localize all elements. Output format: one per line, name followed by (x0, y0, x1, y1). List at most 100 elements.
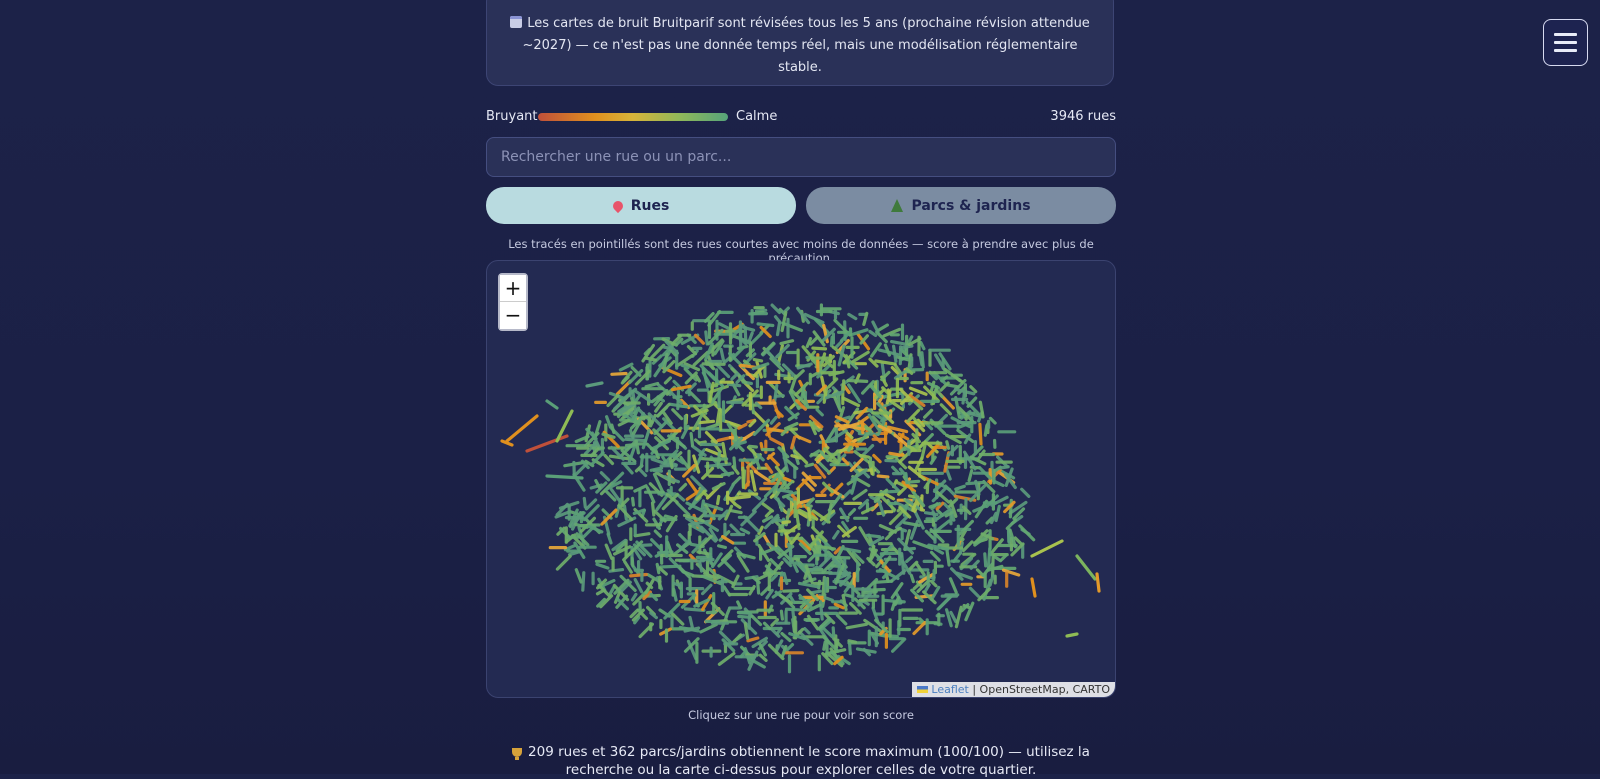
street-segment[interactable] (732, 374, 737, 379)
street-segment[interactable] (850, 510, 855, 515)
street-segment[interactable] (784, 591, 798, 592)
street-segment[interactable] (990, 576, 993, 586)
street-segment[interactable] (584, 499, 585, 508)
street-segment[interactable] (557, 556, 570, 569)
street-segment[interactable] (820, 547, 835, 549)
street-segment[interactable] (837, 615, 845, 624)
street-segment[interactable] (892, 602, 894, 609)
street-segment[interactable] (701, 625, 717, 632)
street-segment[interactable] (670, 459, 672, 468)
street-segment[interactable] (767, 590, 772, 598)
street-segment[interactable] (831, 337, 832, 345)
street-segment[interactable] (690, 392, 700, 402)
street-segment[interactable] (583, 573, 584, 591)
street-segment[interactable] (909, 481, 919, 482)
street-segment[interactable] (850, 644, 851, 654)
street-segment[interactable] (771, 439, 782, 445)
street-segment[interactable] (936, 521, 949, 531)
street-segment[interactable] (929, 383, 939, 388)
street-segment[interactable] (1000, 467, 1008, 468)
street-segment[interactable] (932, 587, 939, 599)
street-segment[interactable] (775, 385, 777, 402)
street-segment[interactable] (920, 354, 922, 364)
street-segment[interactable] (911, 576, 913, 582)
street-segment[interactable] (842, 548, 860, 551)
street-segment[interactable] (776, 396, 783, 397)
street-segment[interactable] (706, 332, 707, 344)
street-segment[interactable] (750, 446, 757, 447)
street-segment[interactable] (700, 563, 702, 572)
street-segment[interactable] (647, 488, 653, 502)
street-segment[interactable] (653, 503, 654, 515)
street-segment[interactable] (678, 495, 684, 500)
street-segment[interactable] (751, 471, 755, 490)
search-input[interactable] (486, 137, 1116, 177)
street-segment[interactable] (576, 570, 581, 582)
street-segment[interactable] (849, 641, 856, 642)
street-segment[interactable] (784, 478, 790, 480)
street-segment[interactable] (625, 562, 632, 573)
street-segment[interactable] (951, 579, 957, 593)
street-segment[interactable] (783, 323, 801, 330)
street-segment[interactable] (971, 387, 976, 392)
street-segment[interactable] (625, 465, 633, 473)
street-segment[interactable] (875, 581, 892, 582)
street-segment[interactable] (824, 389, 826, 403)
street-segment[interactable] (1032, 579, 1035, 596)
street-segment[interactable] (813, 348, 826, 349)
street-segment[interactable] (608, 534, 611, 543)
street-segment[interactable] (955, 377, 962, 382)
street-segment[interactable] (598, 590, 604, 593)
street-segment[interactable] (745, 327, 746, 343)
street-segment[interactable] (837, 341, 842, 346)
street-segment[interactable] (721, 349, 723, 360)
street-segment[interactable] (637, 441, 639, 453)
street-segment[interactable] (502, 441, 512, 445)
street-segment[interactable] (778, 490, 792, 492)
street-segment[interactable] (718, 438, 730, 441)
street-segment[interactable] (702, 501, 703, 508)
street-segment[interactable] (731, 511, 741, 513)
street-segment[interactable] (843, 459, 848, 464)
street-segment[interactable] (839, 395, 840, 406)
street-segment[interactable] (772, 305, 779, 312)
street-segment[interactable] (931, 581, 936, 586)
street-segment[interactable] (886, 461, 896, 462)
street-segment[interactable] (744, 517, 758, 531)
street-segment[interactable] (941, 405, 950, 414)
street-segment[interactable] (985, 554, 986, 566)
tab-rues[interactable]: Rues (486, 187, 796, 224)
zoom-in-button[interactable]: + (500, 275, 526, 302)
street-segment[interactable] (745, 624, 747, 639)
street-segment[interactable] (870, 332, 876, 336)
street-segment[interactable] (718, 496, 719, 503)
street-segment[interactable] (854, 490, 866, 499)
street-segment[interactable] (748, 638, 758, 641)
street-segment[interactable] (1022, 489, 1029, 496)
street-segment[interactable] (755, 472, 770, 482)
street-segment[interactable] (861, 456, 869, 458)
street-segment[interactable] (843, 398, 858, 406)
street-segment[interactable] (690, 617, 693, 628)
street-segment[interactable] (993, 558, 994, 576)
street-segment[interactable] (601, 473, 608, 480)
street-segment[interactable] (741, 529, 748, 533)
noise-map[interactable]: + − Leaflet | OpenStreetMap, CARTO (486, 260, 1116, 698)
street-segment[interactable] (719, 546, 726, 548)
street-segment[interactable] (906, 474, 907, 483)
street-segment[interactable] (776, 317, 781, 323)
street-segment[interactable] (787, 609, 805, 610)
street-segment[interactable] (892, 342, 905, 344)
street-segment[interactable] (708, 612, 716, 613)
street-segment[interactable] (964, 542, 973, 551)
street-segment[interactable] (907, 557, 912, 561)
street-segment[interactable] (781, 341, 793, 344)
street-segment[interactable] (874, 456, 880, 462)
street-segment[interactable] (587, 383, 602, 386)
street-segment[interactable] (849, 314, 856, 318)
street-segment[interactable] (788, 645, 792, 649)
street-segment[interactable] (878, 476, 888, 477)
street-segment[interactable] (758, 324, 773, 326)
street-segment[interactable] (1097, 574, 1099, 591)
street-segment[interactable] (734, 458, 735, 468)
